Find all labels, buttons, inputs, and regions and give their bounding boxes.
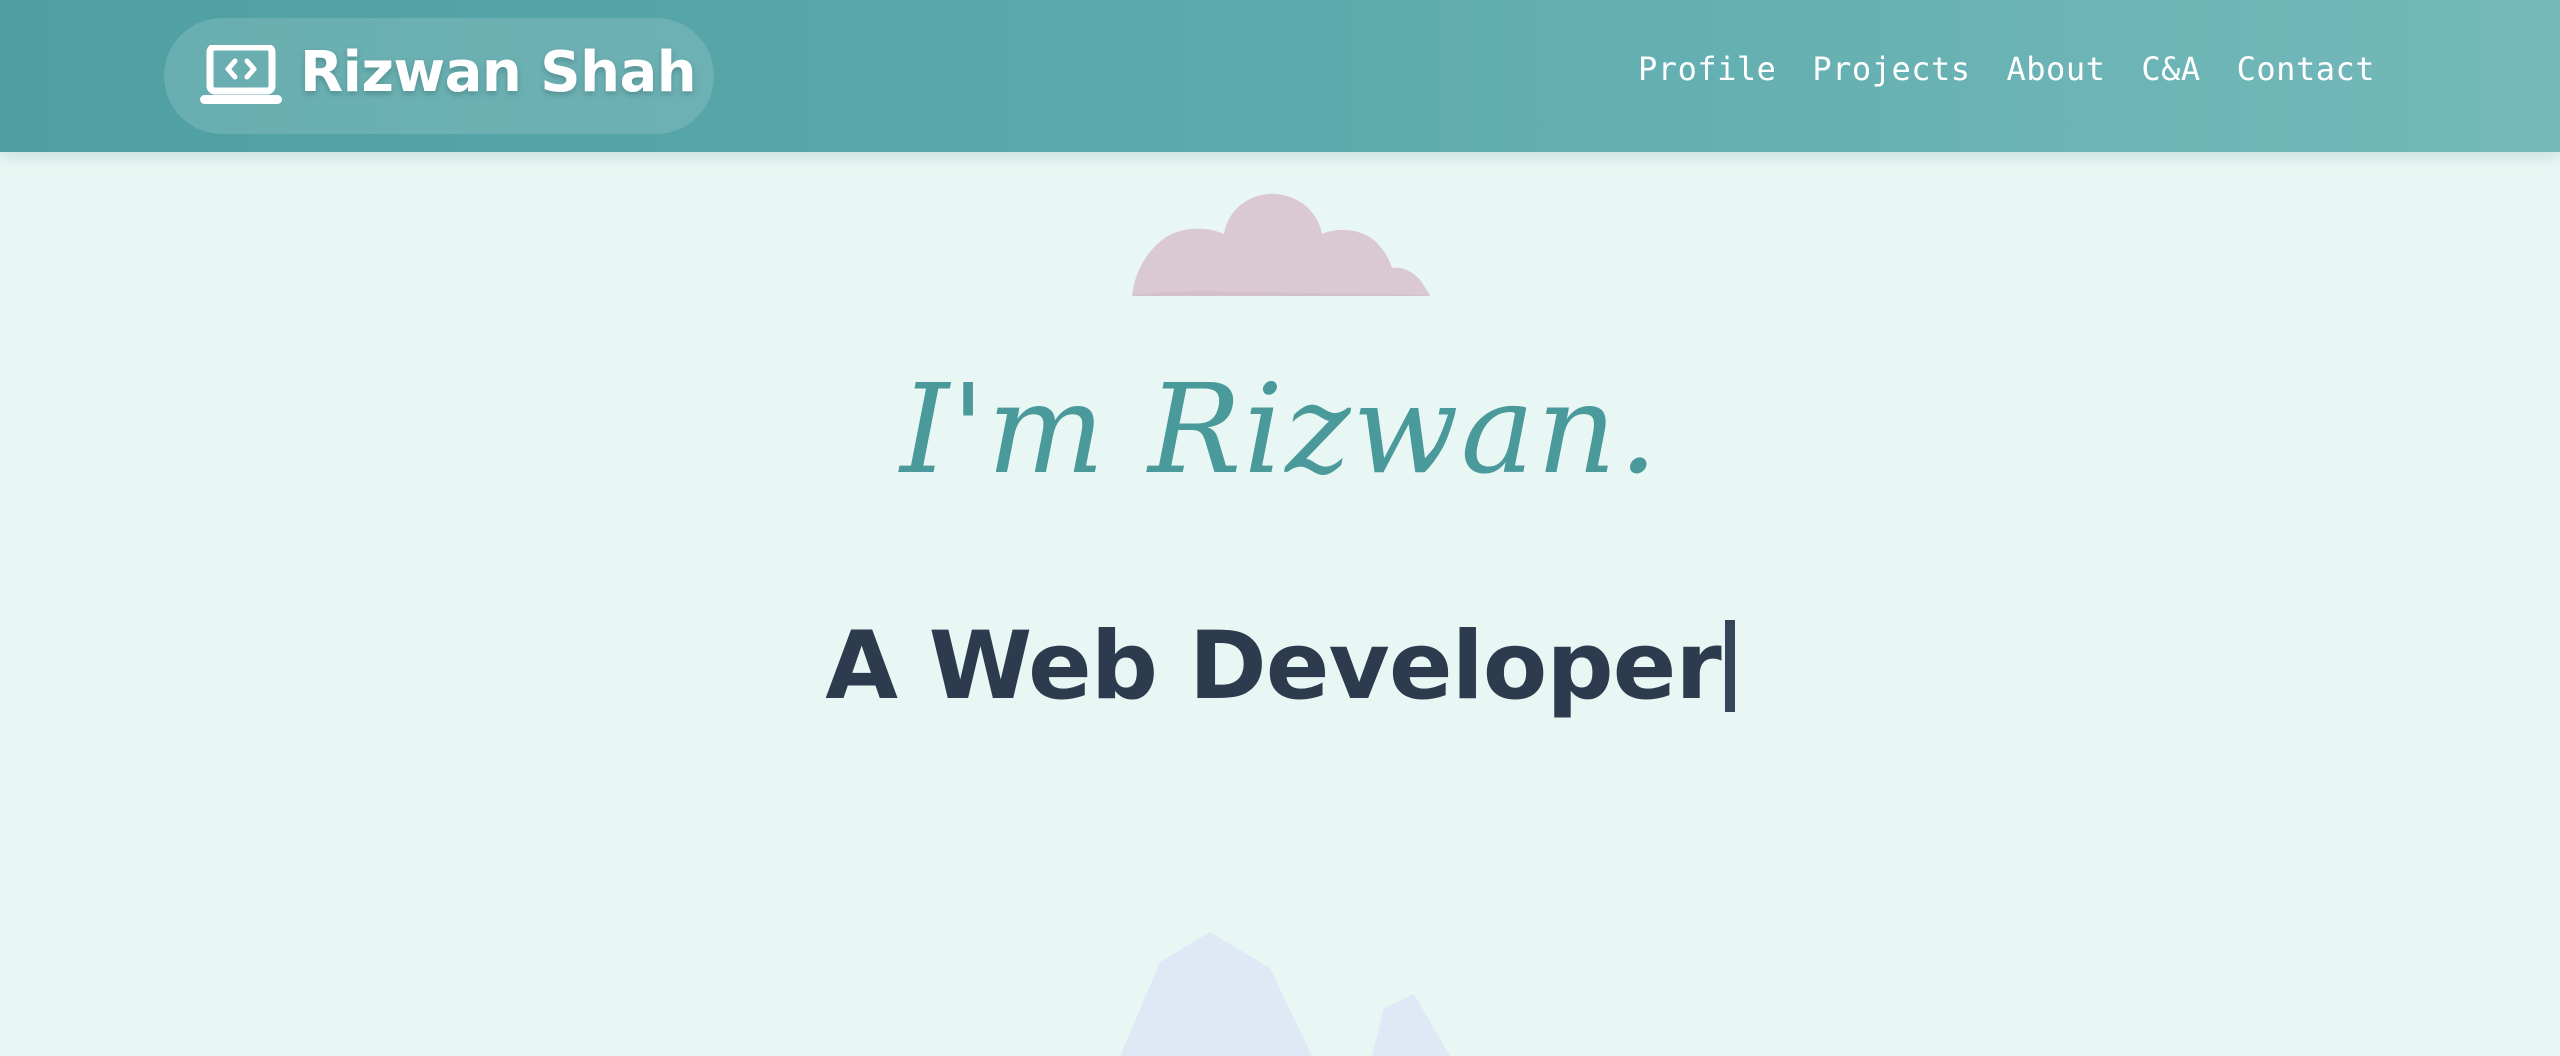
- nav-link-contact[interactable]: Contact: [2237, 50, 2375, 88]
- nav-link-projects[interactable]: Projects: [1812, 50, 1970, 88]
- brand-name: Rizwan Shah: [300, 40, 697, 105]
- nav-link-about[interactable]: About: [2007, 50, 2106, 88]
- nav-link-profile[interactable]: Profile: [1638, 50, 1776, 88]
- laptop-code-icon: [200, 45, 282, 104]
- hero-greeting: I'm Rizwan.: [900, 358, 1660, 502]
- nav-link-c-and-a[interactable]: C&A: [2141, 50, 2200, 88]
- cloud-illustration: [1132, 193, 1430, 296]
- hero-role-heading: A Web Developer: [0, 612, 2560, 721]
- typing-cursor: [1724, 620, 1735, 712]
- brand-logo-link[interactable]: Rizwan Shah: [164, 18, 714, 134]
- main-nav: Profile Projects About C&A Contact: [1638, 50, 2375, 88]
- mountains-illustration: [1120, 932, 1450, 1056]
- hero-role-text: A Web Developer: [825, 612, 1722, 721]
- navbar: Rizwan Shah Profile Projects About C&A C…: [0, 0, 2560, 152]
